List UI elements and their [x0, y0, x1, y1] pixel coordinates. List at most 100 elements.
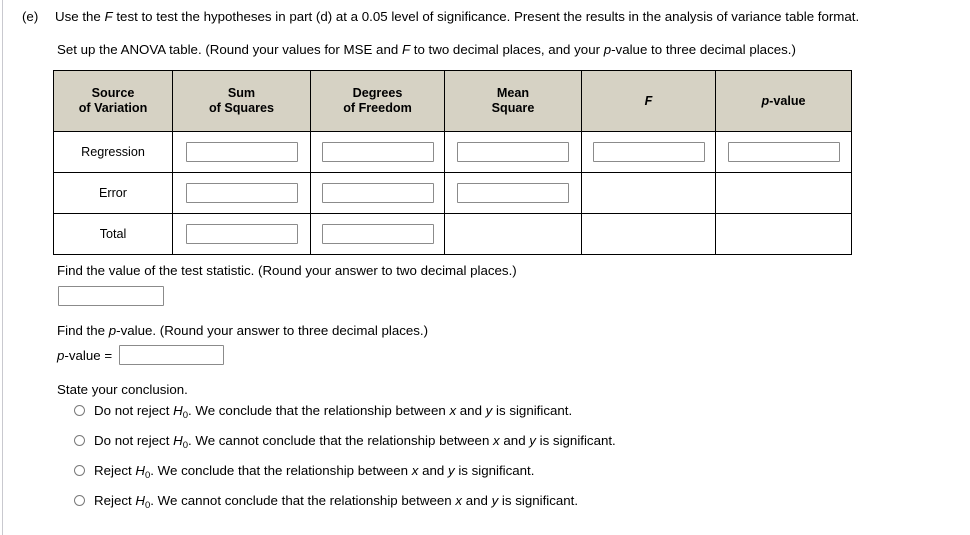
- option-4-x-symbol: x: [455, 493, 462, 508]
- option-2-h-symbol: H: [173, 433, 183, 448]
- row-label-regression: Regression: [53, 131, 173, 173]
- conclusion-option-4-label: Reject H0. We cannot conclude that the r…: [94, 492, 954, 511]
- conclusion-prompt: State your conclusion.: [57, 382, 188, 397]
- conclusion-option-2[interactable]: Do not reject H0. We cannot conclude tha…: [74, 432, 954, 462]
- option-4-h-subscript: 0: [145, 500, 151, 511]
- cell-error-ms: [444, 172, 582, 214]
- anova-setup-part3: -value to three decimal places.): [611, 42, 796, 57]
- cell-regression-df: [310, 131, 445, 173]
- option-4-h-symbol: H: [135, 493, 145, 508]
- cell-total-pvalue-empty: [715, 213, 852, 255]
- input-error-degrees-of-freedom[interactable]: [321, 183, 434, 203]
- test-statistic-prompt: Find the value of the test statistic. (R…: [57, 263, 517, 278]
- header-ms-line1: Mean: [496, 86, 530, 100]
- cell-error-ss: [172, 172, 311, 214]
- option-1-h-subscript: 0: [182, 410, 188, 421]
- cell-regression-ms: [444, 131, 582, 173]
- f-symbol-subprompt: F: [401, 42, 411, 57]
- cell-regression-pvalue: [715, 131, 852, 173]
- p-value-field-label: p-value =: [57, 348, 112, 363]
- conclusion-option-3-label: Reject H0. We conclude that the relation…: [94, 462, 954, 481]
- p-value-prompt-part1: Find the: [57, 323, 109, 338]
- option-3-rest-a: . We conclude that the relationship betw…: [150, 463, 412, 478]
- table-row-error: Error: [53, 172, 852, 214]
- radio-button-icon-option-2[interactable]: [74, 435, 85, 446]
- cell-regression-ss: [172, 131, 311, 173]
- cell-regression-f: [581, 131, 716, 173]
- anova-setup-part2: to two decimal places, and your: [410, 42, 604, 57]
- option-1-decision: Do not reject: [94, 403, 174, 418]
- row-label-error: Error: [53, 172, 173, 214]
- p-value-input[interactable]: [119, 345, 225, 365]
- radio-button-icon-option-1[interactable]: [74, 405, 85, 416]
- input-regression-mean-square[interactable]: [457, 142, 569, 162]
- conclusion-option-1[interactable]: Do not reject H0. We conclude that the r…: [74, 402, 954, 432]
- input-error-mean-square[interactable]: [457, 183, 569, 203]
- radio-button-icon-option-4[interactable]: [74, 495, 85, 506]
- cell-total-f-empty: [581, 213, 716, 255]
- question-text-after-f: test to test the hypotheses in part (d) …: [112, 9, 860, 24]
- conclusion-option-2-label: Do not reject H0. We cannot conclude tha…: [94, 432, 954, 451]
- conclusion-option-3[interactable]: Reject H0. We conclude that the relation…: [74, 462, 954, 492]
- option-4-rest-c: is significant.: [498, 493, 579, 508]
- input-regression-f[interactable]: [592, 142, 705, 162]
- input-error-sum-of-squares[interactable]: [185, 183, 298, 203]
- cell-total-ss: [172, 213, 311, 255]
- option-2-y-symbol: y: [529, 433, 536, 448]
- option-1-rest-c: is significant.: [492, 403, 573, 418]
- option-2-h-subscript: 0: [182, 440, 188, 451]
- option-3-rest-c: is significant.: [454, 463, 535, 478]
- header-p-value-suffix: -value: [769, 93, 806, 108]
- f-symbol: F: [104, 9, 113, 24]
- row-label-total: Total: [53, 213, 173, 255]
- option-3-y-symbol: y: [447, 463, 455, 478]
- conclusion-option-4[interactable]: Reject H0. We cannot conclude that the r…: [74, 492, 954, 522]
- header-ms-line2: Square: [491, 101, 535, 115]
- header-df-line1: Degrees: [352, 86, 403, 100]
- input-total-sum-of-squares[interactable]: [185, 224, 298, 244]
- header-source-line2: of Variation: [78, 101, 148, 115]
- option-3-h-symbol: H: [135, 463, 145, 478]
- input-regression-p-value[interactable]: [727, 142, 840, 162]
- conclusion-options-group: Do not reject H0. We conclude that the r…: [74, 402, 954, 522]
- anova-table: Source of Variation Sum of Squares Degre…: [53, 70, 852, 255]
- input-total-degrees-of-freedom[interactable]: [321, 224, 434, 244]
- header-p-italic: p: [761, 93, 770, 108]
- option-4-rest-a: . We cannot conclude that the relationsh…: [150, 493, 456, 508]
- exercise-page: (e) Use the F test to test the hypothese…: [0, 0, 970, 535]
- p-value-field-row: p-value =: [57, 345, 225, 365]
- p-symbol-subprompt: p: [603, 42, 612, 57]
- option-2-decision: Do not reject: [94, 433, 174, 448]
- option-2-rest-a: . We cannot conclude that the relationsh…: [188, 433, 494, 448]
- header-f-symbol: F: [644, 93, 653, 108]
- table-row-total: Total: [53, 213, 852, 255]
- test-statistic-input[interactable]: [58, 286, 164, 306]
- header-f: F: [581, 70, 716, 132]
- option-1-rest-b: and: [456, 403, 486, 418]
- question-label: (e): [22, 9, 39, 24]
- question-statement: (e) Use the F test to test the hypothese…: [22, 8, 968, 25]
- cell-error-pvalue-empty: [715, 172, 852, 214]
- question-text-before-f: Use the: [55, 9, 105, 24]
- input-regression-degrees-of-freedom[interactable]: [321, 142, 434, 162]
- option-3-rest-b: and: [418, 463, 448, 478]
- question-text: Use the F test to test the hypotheses in…: [55, 8, 968, 25]
- option-2-rest-c: is significant.: [535, 433, 616, 448]
- anova-setup-part1: Set up the ANOVA table. (Round your valu…: [57, 42, 402, 57]
- option-3-decision: Reject: [94, 463, 136, 478]
- cell-error-df: [310, 172, 445, 214]
- header-mean-square: Mean Square: [444, 70, 582, 132]
- cell-total-ms-empty: [444, 213, 582, 255]
- p-value-field-label-rest: -value =: [64, 347, 113, 363]
- radio-button-icon-option-3[interactable]: [74, 465, 85, 476]
- anova-header-row: Source of Variation Sum of Squares Degre…: [53, 70, 852, 132]
- option-3-h-subscript: 0: [145, 470, 151, 481]
- input-regression-sum-of-squares[interactable]: [185, 142, 298, 162]
- cell-error-f-empty: [581, 172, 716, 214]
- option-2-x-symbol: x: [493, 433, 500, 448]
- header-degrees-of-freedom: Degrees of Freedom: [310, 70, 445, 132]
- table-row-regression: Regression: [53, 131, 852, 173]
- header-source-of-variation: Source of Variation: [53, 70, 173, 132]
- p-value-prompt-part2: -value. (Round your answer to three deci…: [116, 323, 429, 338]
- option-2-rest-b: and: [499, 433, 530, 448]
